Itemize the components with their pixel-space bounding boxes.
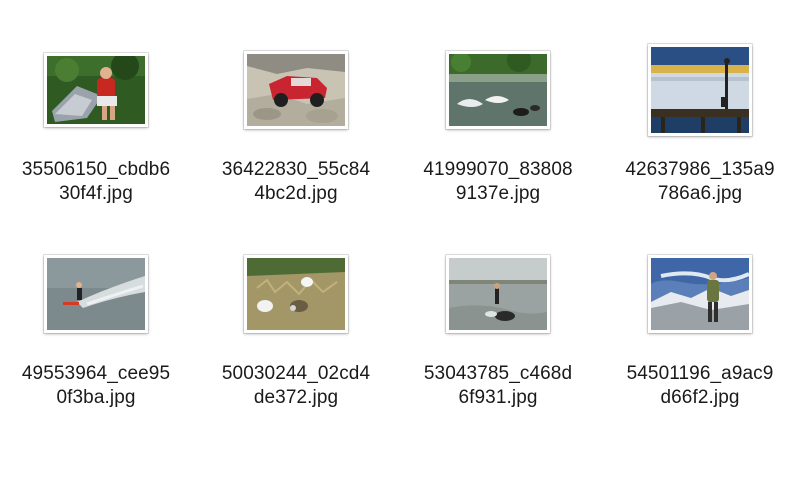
image-thumbnail-icon[interactable]: [44, 255, 148, 333]
file-name-label[interactable]: 42637986_135a9 786a6.jpg: [605, 158, 795, 206]
file-item[interactable]: 54501196_a9ac9 d66f2.jpg: [600, 248, 800, 410]
file-item[interactable]: 36422830_55c84 4bc2d.jpg: [196, 44, 396, 206]
image-thumbnail-icon[interactable]: [446, 255, 550, 333]
file-name-label[interactable]: 50030244_02cd4 de372.jpg: [201, 362, 391, 410]
file-icon-grid: 35506150_cbdb6 30f4f.jpg 36422830_55c84 …: [0, 0, 810, 495]
file-name-label[interactable]: 36422830_55c84 4bc2d.jpg: [201, 158, 391, 206]
image-thumbnail-icon[interactable]: [648, 255, 752, 333]
file-item[interactable]: 41999070_83808 9137e.jpg: [398, 44, 598, 206]
image-thumbnail-icon[interactable]: [44, 53, 148, 127]
file-name-label[interactable]: 35506150_cbdb6 30f4f.jpg: [1, 158, 191, 206]
file-item[interactable]: 50030244_02cd4 de372.jpg: [196, 248, 396, 410]
file-item[interactable]: 49553964_cee95 0f3ba.jpg: [0, 248, 196, 410]
file-name-label[interactable]: 54501196_a9ac9 d66f2.jpg: [605, 362, 795, 410]
image-thumbnail-icon[interactable]: [244, 51, 348, 129]
file-item[interactable]: 42637986_135a9 786a6.jpg: [600, 44, 800, 206]
image-thumbnail-icon[interactable]: [446, 51, 550, 129]
image-thumbnail-icon[interactable]: [244, 255, 348, 333]
file-item[interactable]: 35506150_cbdb6 30f4f.jpg: [0, 44, 196, 206]
file-item[interactable]: 53043785_c468d 6f931.jpg: [398, 248, 598, 410]
file-name-label[interactable]: 41999070_83808 9137e.jpg: [403, 158, 593, 206]
file-name-label[interactable]: 53043785_c468d 6f931.jpg: [403, 362, 593, 410]
file-name-label[interactable]: 49553964_cee95 0f3ba.jpg: [1, 362, 191, 410]
image-thumbnail-icon[interactable]: [648, 44, 752, 136]
